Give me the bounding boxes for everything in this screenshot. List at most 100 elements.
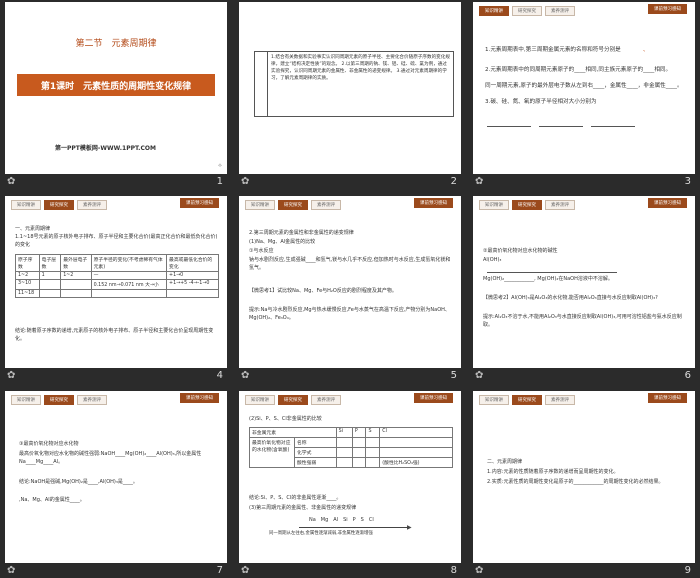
answer-line (539, 126, 583, 127)
slide-number: 4 (216, 370, 223, 381)
tab: 知识精讲 (245, 200, 275, 210)
table-header-row: 非金属元素 Si P S Cl (249, 427, 453, 438)
transition-icon: ✿ (475, 176, 484, 187)
slide-thumbnail-5[interactable]: 知识精讲 研究探究 素养测评 课前预习感知 2.第三周期元素的金属性和非金属性的… (239, 196, 461, 368)
slide-thumbnail-2[interactable]: 1.结合有关数据和实验事实认识同周期元素的原子半径、主要化合价随原子序数的变化规… (239, 2, 461, 174)
table-header-row: 原子序数 电子层数 最外层电子数 原子半径的变化(不考虑稀有气体元素) 最高或最… (15, 254, 219, 272)
table-cell: 最高价氧化物对应的水化物(含氧酸) (249, 437, 295, 468)
table-cell (365, 437, 381, 448)
section-ribbon: 课前预习感知 (414, 198, 453, 208)
paragraph: 1.内容:元素的性质随着原子序数的递增而呈周期性的变化。 (487, 469, 619, 475)
table-cell: 1~2 (15, 271, 40, 280)
trend-arrow (299, 527, 409, 528)
section-ribbon: 课前预习感知 (648, 4, 687, 14)
table-cell: 名称 (294, 437, 337, 448)
slide-number: 5 (450, 370, 457, 381)
slide-thumbnail-6[interactable]: 知识精讲 研究探究 素养测评 课前预习感知 ②最高价氧化物对应水化物的碱性 Al… (473, 196, 695, 368)
conclusion: 结论:随着原子序数的递增,元素原子的核外电子排布、原子半径和主要化合价呈现周期性… (15, 328, 214, 342)
paragraph: 最高价氧化物对应水化物的碱性强弱:NaOH____Mg(OH)₂____Al(O… (19, 451, 202, 465)
paragraph: (3)第三周期元素的金属性、非金属性的递变规律 (249, 505, 357, 511)
tab: 知识精讲 (479, 200, 509, 210)
question-1-sep: 、 (643, 47, 649, 53)
slide-footer-2: ✿ 2 (239, 174, 461, 189)
answer-line (487, 126, 531, 127)
transition-icon: ✿ (241, 565, 250, 576)
tab: 素养测评 (77, 395, 107, 405)
tab: 研究探究 (278, 395, 308, 405)
heading: 一、元素周期律 (15, 226, 51, 232)
table-cell: 酸性强弱 (294, 457, 337, 468)
corner-mark: ⟡ (218, 162, 222, 169)
template-footer-text: 第一PPT模板网-WWW.1PPT.COM (55, 145, 156, 152)
table-cell: 11~18 (15, 289, 40, 298)
tab: 素养测评 (545, 6, 575, 16)
slide-thumbnail-1[interactable]: 第二节 元素周期律 第1课时 元素性质的周期性变化规律 第一PPT模板网-WWW… (5, 2, 227, 174)
slide-thumbnail-4[interactable]: 知识精讲 研究探究 素养测评 课前预习感知 一、元素周期律 1.1~18号元素的… (5, 196, 227, 368)
question-1: 1.元素周期表中,第三周期金属元素的名称和符号分别是 (485, 47, 621, 53)
table-row: 1~2 1 1~2 — +1→0 (15, 271, 219, 280)
conclusion: 结论:NaOH是强碱,Mg(OH)₂是____,Al(OH)₃是____。 (19, 479, 138, 485)
table-cell: 0.152 nm→0.071 nm 大→小 (90, 279, 168, 290)
table-cell (351, 447, 367, 458)
hint: 提示:Al₂O₃不溶于水,不能用Al₂O₃与水直接反应制取Al(OH)₃,可用可… (483, 314, 682, 328)
lesson-title-banner: 第1课时 元素性质的周期性变化规律 (17, 74, 215, 96)
table-cell: +1→+5 -4→-1→0 (166, 279, 219, 290)
slide-footer-4: ✿ 4 (5, 368, 227, 383)
lesson-title: 第1课时 元素性质的周期性变化规律 (40, 81, 192, 92)
table-cell: (酸性比H₂SO₄强) (379, 457, 453, 468)
tab: 素养测评 (545, 200, 575, 210)
think-question: 【微思考2】Al(OH)₃是Al₂O₃的水化物,能否用Al₂O₃直接与水反应制取… (483, 295, 658, 301)
subheading: 1.1~18号元素的原子核外电子排布、原子半径和主要化合价(最高正化合价和最低负… (15, 234, 218, 248)
tab: 知识精讲 (479, 6, 509, 16)
table-header: 原子半径的变化(不考虑稀有气体元素) (90, 254, 168, 272)
paragraph: ②最高价氧化物对应水化物的碱性 (483, 248, 558, 254)
slide-thumbnail-7[interactable]: 知识精讲 研究探究 素养测评 课前预习感知 ③最高价氧化物对应水化物 最高价氧化… (5, 391, 227, 563)
table-row: 最高价氧化物对应的水化物(含氧酸) 名称 (249, 437, 453, 468)
paragraph: (1)Na、Mg、Al金属性的比较 (249, 239, 316, 245)
table-header: 最外层电子数 (60, 254, 92, 272)
table-header: 非金属元素 (249, 427, 337, 438)
transition-icon: ✿ (241, 176, 250, 187)
nonmetal-table: 非金属元素 Si P S Cl 最高价氧化物对应的水化物(含氧酸) 名称 化学式… (249, 427, 453, 468)
tab: 研究探究 (512, 200, 542, 210)
paragraph: ③最高价氧化物对应水化物 (19, 441, 79, 447)
think-question: 【微思考1】试比较Na、Mg、Fe与H₂O反应的剧烈程度及其产物。 (249, 288, 397, 294)
paragraph: 2.第三周期元素的金属性和非金属性的递变规律 (249, 230, 354, 236)
slide-number: 6 (684, 370, 691, 381)
table-cell (38, 289, 62, 298)
tab: 知识精讲 (11, 200, 41, 210)
slide-number: 3 (684, 176, 691, 187)
slide-number: 7 (216, 565, 223, 576)
table-header: Si (335, 427, 353, 438)
section-ribbon: 课前预习感知 (648, 393, 687, 403)
table-cell: 1~2 (60, 271, 92, 280)
slide-footer-5: ✿ 5 (239, 368, 461, 383)
table-cell: 1 (38, 271, 62, 280)
table-header: Cl (379, 427, 453, 438)
element-sequence: Na Mg Al Si P S Cl (309, 517, 374, 523)
periodic-table: 原子序数 电子层数 最外层电子数 原子半径的变化(不考虑稀有气体元素) 最高或最… (15, 254, 219, 298)
table-cell (335, 457, 353, 468)
slide-footer-7: ✿ 7 (5, 563, 227, 578)
tab: 知识精讲 (479, 395, 509, 405)
heading: 二、元素周期律 (487, 459, 523, 465)
table-row: 11~18 (15, 289, 219, 298)
objectives-label-col (255, 52, 268, 116)
slide-thumbnail-3[interactable]: 知识精讲 研究探究 素养测评 课前预习感知 1.元素周期表中,第三周期金属元素的… (473, 2, 695, 174)
slide-thumbnail-9[interactable]: 知识精讲 研究探究 素养测评 课前预习感知 二、元素周期律 1.内容:元素的性质… (473, 391, 695, 563)
slide-thumbnail-8[interactable]: 知识精讲 研究探究 素养测评 课前预习感知 (2)Si、P、S、Cl非金属性的比… (239, 391, 461, 563)
table-header: 最高或最低化合价的变化 (166, 254, 219, 272)
table-cell (60, 289, 92, 298)
transition-icon: ✿ (7, 176, 16, 187)
table-cell (351, 457, 367, 468)
slide-tabs: 知识精讲 研究探究 素养测评 (245, 200, 341, 210)
hint: 提示:Na与冷水剧烈反应,Mg与热水缓慢反应,Fe与水蒸气在高温下反应,产物分别… (249, 307, 450, 321)
transition-icon: ✿ (7, 565, 16, 576)
section-ribbon: 课前预习感知 (414, 393, 453, 403)
slide-tabs: 知识精讲 研究探究 素养测评 (11, 200, 107, 210)
question-2b: 同一周期元素,原子的最外层电子数从左到右____，金属性____，非金属性___… (485, 83, 683, 89)
table-header: 原子序数 (15, 254, 40, 272)
objectives-text: 1.结合有关数据和实验事实认识同周期元素的原子半径、主要化合价随原子序数的变化规… (271, 55, 450, 82)
section-ribbon: 课前预习感知 (180, 198, 219, 208)
transition-icon: ✿ (241, 370, 250, 381)
